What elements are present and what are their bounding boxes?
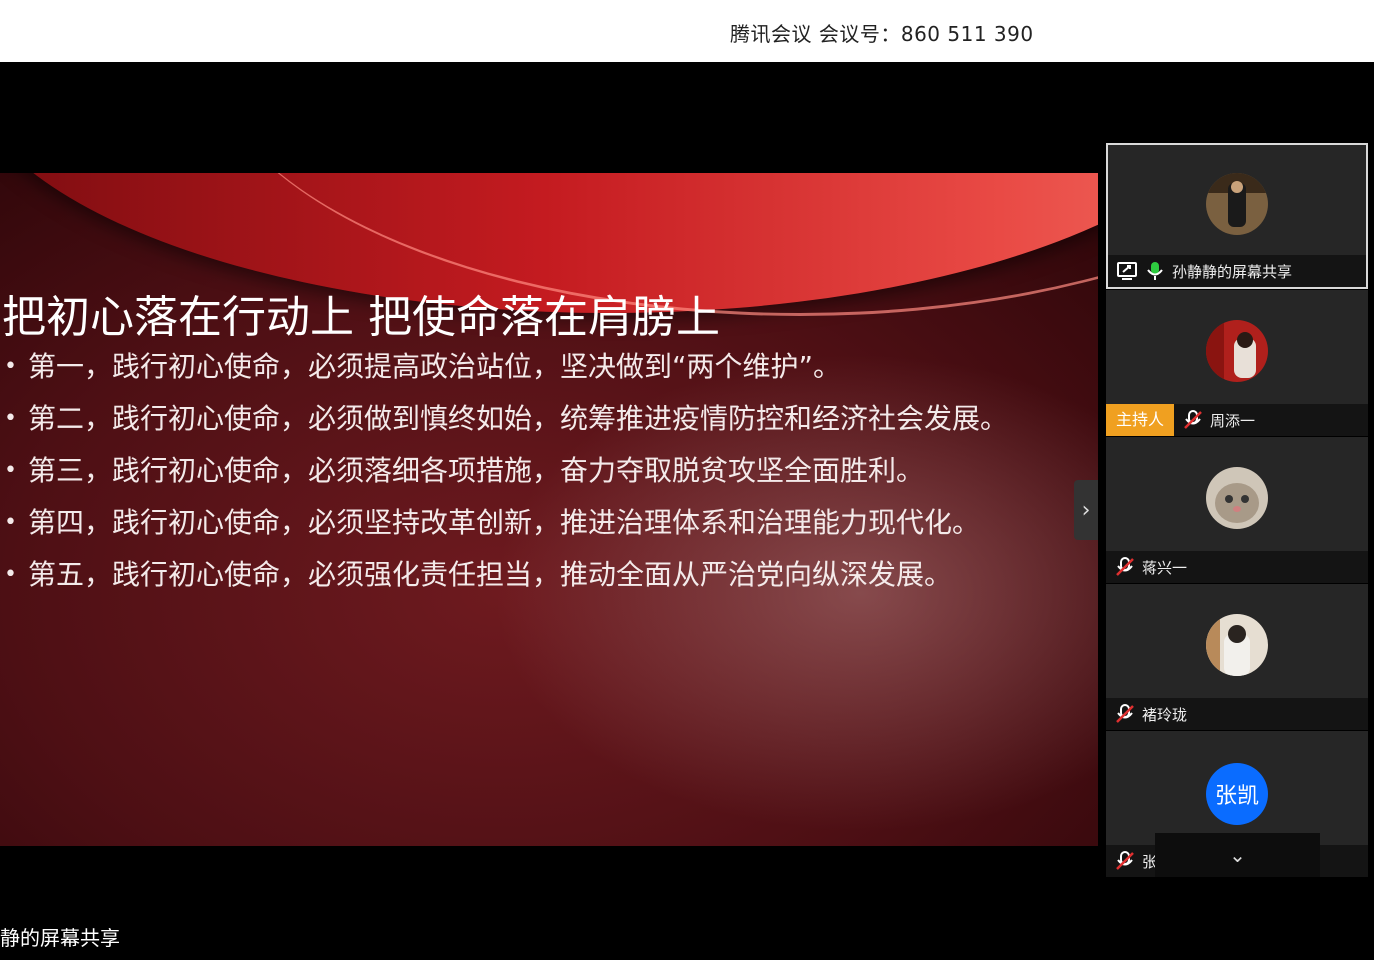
participant-namebar: 褚玲珑 — [1106, 698, 1368, 730]
slide-bullet: • 第二，践行初心使命，必须做到慎终如始，统筹推进疫情防控和经济社会发展。 — [4, 402, 1009, 435]
slide-bullet: • 第四，践行初心使命，必须坚持改革创新，推进治理体系和治理能力现代化。 — [4, 506, 981, 539]
slide-title: 把初心落在行动上 把使命落在肩膀上 — [2, 292, 720, 343]
participant-name: 蒋兴一 — [1142, 558, 1188, 577]
mic-muted-icon — [1114, 850, 1136, 872]
chevron-right-icon[interactable]: › — [1074, 480, 1098, 540]
mic-on-icon — [1144, 260, 1166, 282]
participant-namebar: 孙静静的屏幕共享 — [1108, 255, 1366, 287]
chevron-down-icon[interactable]: ⌄ — [1155, 833, 1320, 877]
participant-tile[interactable]: 蒋兴一 — [1106, 437, 1368, 583]
avatar — [1206, 614, 1268, 676]
avatar — [1206, 320, 1268, 382]
participant-name: 褚玲珑 — [1142, 705, 1188, 724]
mic-muted-icon — [1182, 409, 1204, 431]
mic-muted-icon — [1114, 556, 1136, 578]
avatar: 张凯 — [1206, 763, 1268, 825]
participant-name: 孙静静的屏幕共享 — [1172, 262, 1293, 281]
participant-namebar: 蒋兴一 — [1106, 551, 1368, 583]
avatar — [1206, 173, 1268, 235]
slide-bullet: • 第三，践行初心使命，必须落细各项措施，奋力夺取脱贫攻坚全面胜利。 — [4, 454, 925, 487]
slide-bullets: • 第一，践行初心使命，必须提高政治站位，坚决做到“两个维护”。 • 第二，践行初心… — [0, 351, 1060, 611]
participant-tile[interactable]: 主持人 周添一 — [1106, 290, 1368, 436]
share-label: 静的屏幕共享 — [0, 926, 120, 950]
shared-slide: 把初心落在行动上 把使命落在肩膀上 • 第一，践行初心使命，必须提高政治站位，坚决… — [0, 173, 1098, 846]
participant-name: 周添一 — [1210, 411, 1256, 430]
avatar — [1206, 467, 1268, 529]
participant-tile[interactable]: 褚玲珑 — [1106, 584, 1368, 730]
slide-bullet: • 第五，践行初心使命，必须强化责任担当，推动全面从严治党向纵深发展。 — [4, 558, 953, 591]
meeting-title: 腾讯会议 会议号：860 511 390 — [730, 22, 1034, 46]
host-badge: 主持人 — [1106, 404, 1175, 436]
screen-share-icon — [1116, 260, 1138, 282]
participant-namebar: 主持人 周添一 — [1106, 404, 1368, 436]
mic-muted-icon — [1114, 703, 1136, 725]
title-bar: 腾讯会议 会议号：860 511 390 — [0, 0, 1374, 62]
participant-tile[interactable]: 孙静静的屏幕共享 — [1106, 143, 1368, 289]
slide-bullet: • 第一，践行初心使命，必须提高政治站位，坚决做到“两个维护”。 — [4, 350, 842, 383]
